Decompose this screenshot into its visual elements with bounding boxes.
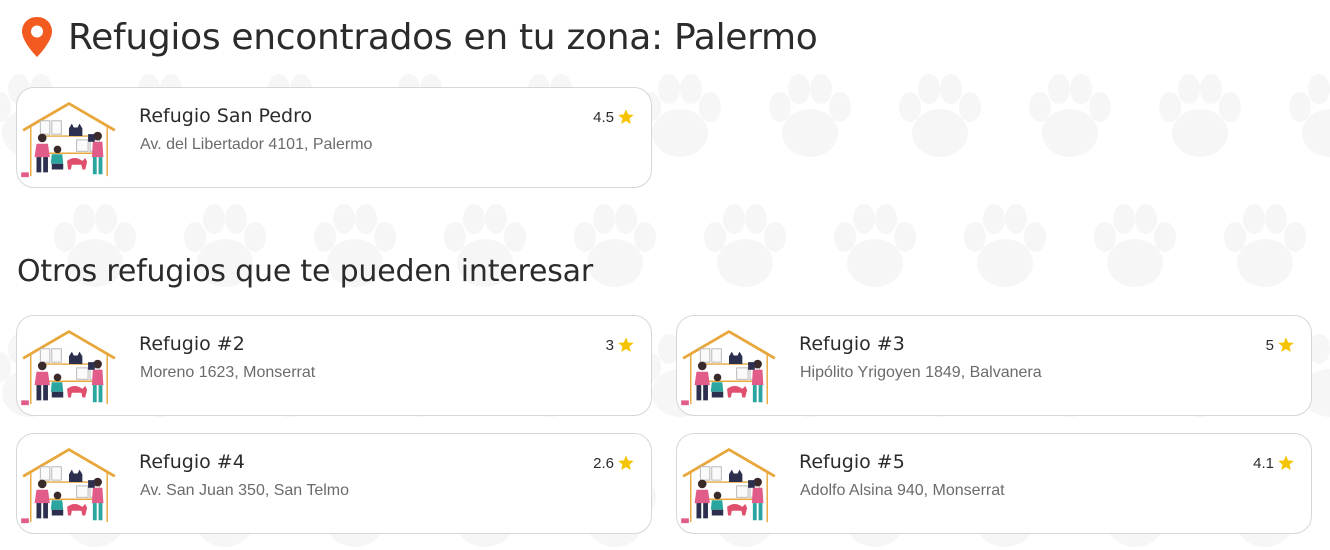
shelter-card[interactable]: Refugio #4 Av. San Juan 350, San Telmo 2… [16, 433, 652, 534]
shelter-card[interactable]: Refugio San Pedro Av. del Libertador 410… [16, 87, 652, 188]
rating-value: 4.1 [1253, 454, 1274, 472]
page-title: Refugios encontrados en tu zona: Palermo [68, 16, 818, 58]
shelter-card[interactable]: Refugio #5 Adolfo Alsina 940, Monserrat … [676, 433, 1312, 534]
shelter-illustration [681, 448, 776, 524]
shelter-rating: 4.5 [593, 108, 635, 126]
shelter-card[interactable]: Refugio #3 Hipólito Yrigoyen 1849, Balva… [676, 315, 1312, 416]
shelter-address: Av. San Juan 350, San Telmo [140, 482, 350, 499]
rating-value: 5 [1265, 336, 1274, 354]
shelter-address: Av. del Libertador 4101, Palermo [140, 136, 373, 153]
shelter-illustration [21, 448, 116, 524]
rating-value: 3 [605, 336, 614, 354]
shelter-illustration [681, 330, 776, 406]
shelter-illustration [21, 102, 116, 178]
shelter-name: Refugio #2 [139, 333, 245, 355]
shelter-address: Hipólito Yrigoyen 1849, Balvanera [800, 364, 1042, 381]
rating-value: 4.5 [593, 108, 614, 126]
page-heading: Refugios encontrados en tu zona: Palermo [20, 16, 818, 58]
star-icon [618, 455, 634, 470]
shelter-address: Adolfo Alsina 940, Monserrat [800, 482, 1005, 499]
star-icon [1278, 337, 1294, 352]
shelter-rating: 2.6 [593, 454, 635, 472]
star-icon [618, 337, 634, 352]
shelter-card[interactable]: Refugio #2 Moreno 1623, Monserrat 3 [16, 315, 652, 416]
shelter-rating: 3 [606, 336, 635, 354]
shelter-address: Moreno 1623, Monserrat [140, 364, 316, 381]
shelter-rating: 5 [1266, 336, 1295, 354]
star-icon [618, 109, 634, 124]
shelter-rating: 4.1 [1253, 454, 1295, 472]
shelter-name: Refugio #5 [799, 451, 905, 473]
shelter-name: Refugio San Pedro [139, 105, 313, 127]
shelter-illustration [21, 330, 116, 406]
rating-value: 2.6 [593, 454, 614, 472]
shelter-name: Refugio #4 [139, 451, 245, 473]
section-title: Otros refugios que te pueden interesar [17, 254, 593, 289]
shelter-name: Refugio #3 [799, 333, 905, 355]
star-icon [1278, 455, 1294, 470]
map-pin-icon [22, 17, 52, 57]
